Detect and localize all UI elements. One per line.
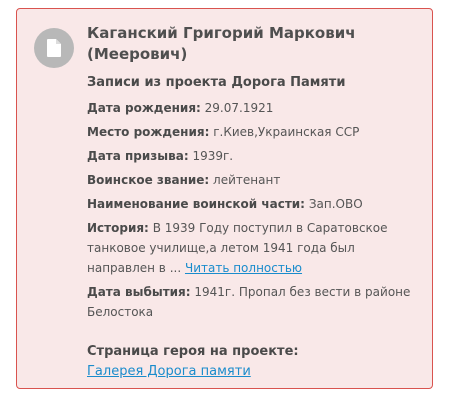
field-value: Зап.ОВО	[308, 197, 363, 211]
field-value: 1939г.	[192, 149, 234, 163]
field-value: г.Киев,Украинская ССР	[213, 125, 360, 139]
field-leave-date: Дата выбытия: 1941г. Пропал без вести в …	[87, 282, 420, 322]
field-value: 29.07.1921	[204, 101, 274, 115]
field-label: Наименование воинской части:	[87, 197, 305, 211]
field-military-rank: Воинское звание: лейтенант	[87, 170, 420, 190]
hero-page-title: Страница героя на проекте:	[87, 344, 299, 359]
field-label: Дата призыва:	[87, 149, 189, 163]
avatar	[34, 28, 74, 68]
field-label: Воинское звание:	[87, 173, 210, 187]
field-conscription-date: Дата призыва: 1939г.	[87, 146, 420, 166]
record-content: Записи из проекта Дорога Памяти Дата рож…	[87, 73, 420, 382]
field-birth-date: Дата рождения: 29.07.1921	[87, 98, 420, 118]
field-label: История:	[87, 221, 149, 235]
field-history: История: В 1939 Году поступил в Саратовс…	[87, 218, 420, 278]
hero-gallery-link[interactable]: Галерея Дорога памяти	[87, 362, 251, 382]
field-military-unit: Наименование воинской части: Зап.ОВО	[87, 194, 420, 214]
field-birth-place: Место рождения: г.Киев,Украинская ССР	[87, 122, 420, 142]
field-label: Место рождения:	[87, 125, 210, 139]
read-more-link[interactable]: Читать полностью	[185, 261, 302, 275]
field-label: Дата рождения:	[87, 101, 201, 115]
document-icon	[47, 39, 61, 57]
hero-name: Каганский Григорий Маркович (Меерович)	[87, 24, 356, 63]
hero-record-card: Каганский Григорий Маркович (Меерович) З…	[16, 8, 433, 389]
field-value: лейтенант	[213, 173, 281, 187]
section-title: Записи из проекта Дорога Памяти	[87, 75, 346, 90]
field-label: Дата выбытия:	[87, 285, 191, 299]
